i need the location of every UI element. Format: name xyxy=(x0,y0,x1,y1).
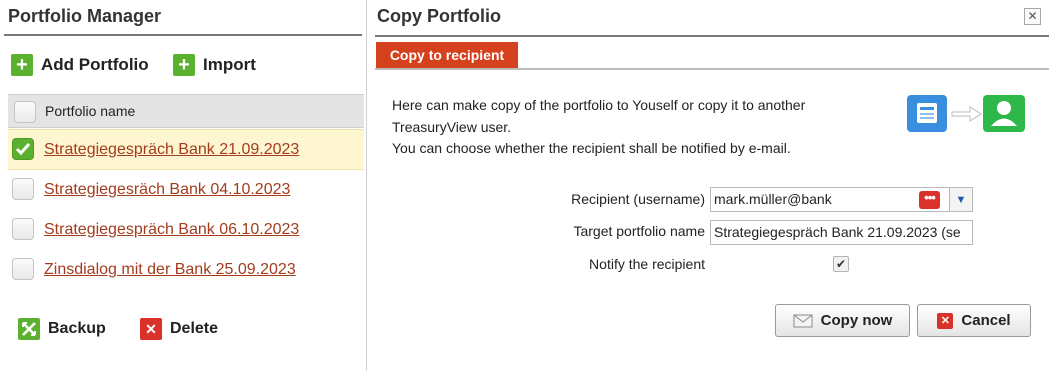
backup-icon xyxy=(18,318,40,340)
dialog-description: Here can make copy of the portfolio to Y… xyxy=(392,95,892,160)
close-icon[interactable]: ✕ xyxy=(1024,8,1041,25)
envelope-icon xyxy=(793,314,813,327)
description-line: Here can make copy of the portfolio to Y… xyxy=(392,97,806,113)
delete-label: Delete xyxy=(170,320,219,337)
select-all-checkbox[interactable] xyxy=(14,101,36,123)
target-portfolio-input[interactable]: Strategiegespräch Bank 21.09.2023 (se xyxy=(710,220,973,245)
recipient-input[interactable]: mark.müller@bank xyxy=(710,187,950,212)
column-header-portfolio-name: Portfolio name xyxy=(45,103,136,119)
title-divider xyxy=(375,35,1049,37)
portfolio-link[interactable]: Strategiegespräch Bank 06.10.2023 xyxy=(44,221,299,239)
delete-button[interactable]: ✕ Delete xyxy=(140,318,218,340)
cancel-label: Cancel xyxy=(961,312,1011,329)
cancel-button[interactable]: ✕ Cancel xyxy=(917,304,1031,337)
portfolio-grid-header: Portfolio name xyxy=(8,94,364,128)
table-row[interactable]: Zinsdialog mit der Bank 25.09.2023 xyxy=(8,250,364,291)
row-checkbox[interactable] xyxy=(12,258,34,280)
panel-title: Portfolio Manager xyxy=(8,6,162,26)
row-checkbox-checked[interactable] xyxy=(12,138,34,160)
portfolio-manager-panel: Portfolio Manager + Add Portfolio + Impo… xyxy=(0,0,364,371)
copy-now-label: Copy now xyxy=(820,312,893,329)
tab-copy-to-recipient[interactable]: Copy to recipient xyxy=(376,42,518,69)
row-checkbox[interactable] xyxy=(12,218,34,240)
dialog-title: Copy Portfolio xyxy=(377,6,501,26)
table-row[interactable]: Strategiegespräch Bank 21.09.2023 xyxy=(8,129,364,170)
notify-checkbox[interactable]: ✔ xyxy=(833,256,849,272)
row-checkbox[interactable] xyxy=(12,178,34,200)
table-row[interactable]: Strategiegesräch Bank 04.10.2023 xyxy=(8,170,364,211)
backup-button[interactable]: Backup xyxy=(18,318,106,340)
tab-strip xyxy=(375,68,1049,70)
checkmark-icon xyxy=(15,143,31,156)
add-portfolio-label: Add Portfolio xyxy=(41,55,149,74)
plus-icon: + xyxy=(11,54,33,76)
cancel-icon: ✕ xyxy=(937,312,954,329)
title-divider xyxy=(4,34,362,36)
description-line: You can choose whether the recipient sha… xyxy=(392,140,791,156)
portfolio-link[interactable]: Strategiegespräch Bank 21.09.2023 xyxy=(44,141,299,159)
copy-to-user-illustration xyxy=(907,95,1025,132)
copy-portfolio-dialog: Copy Portfolio ✕ Copy to recipient Here … xyxy=(366,0,1053,371)
import-button[interactable]: + Import xyxy=(173,54,256,76)
table-row[interactable]: Strategiegespräch Bank 06.10.2023 xyxy=(8,210,364,251)
description-line: TreasuryView user. xyxy=(392,118,512,135)
add-portfolio-button[interactable]: + Add Portfolio xyxy=(11,54,149,76)
recipient-label: Recipient (username) xyxy=(571,191,705,207)
portfolio-link[interactable]: Zinsdialog mit der Bank 25.09.2023 xyxy=(44,261,296,279)
delete-icon: ✕ xyxy=(140,318,162,340)
portfolio-link[interactable]: Strategiegesräch Bank 04.10.2023 xyxy=(44,181,290,199)
chevron-down-icon[interactable]: ▼ xyxy=(949,187,973,212)
notify-label: Notify the recipient xyxy=(589,256,705,272)
target-portfolio-label: Target portfolio name xyxy=(573,223,705,239)
more-options-icon[interactable]: ••• xyxy=(919,191,940,209)
backup-label: Backup xyxy=(48,320,106,337)
import-label: Import xyxy=(203,55,256,74)
plus-icon: + xyxy=(173,54,195,76)
copy-now-button[interactable]: Copy now xyxy=(775,304,910,337)
arrow-right-icon xyxy=(951,105,983,123)
